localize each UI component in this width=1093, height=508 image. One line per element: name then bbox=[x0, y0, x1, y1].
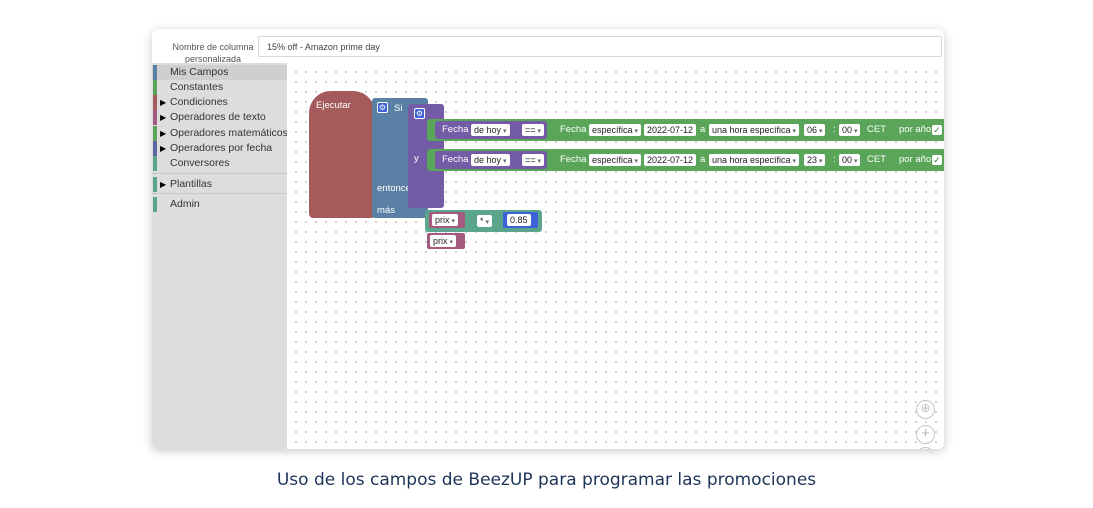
math-multiply-block[interactable]: prix * 0.85 bbox=[425, 210, 542, 232]
field-block[interactable]: prix bbox=[427, 233, 465, 249]
specific-dropdown[interactable]: específica bbox=[589, 154, 641, 166]
operator-dropdown[interactable]: == bbox=[522, 124, 544, 136]
expand-triangle-icon: ▶ bbox=[160, 144, 167, 153]
category-conversores[interactable]: Conversores bbox=[152, 156, 287, 171]
hour-mode-dropdown[interactable]: una hora específica bbox=[709, 124, 800, 136]
minute-dropdown[interactable]: 00 bbox=[839, 124, 861, 136]
category-operadores-texto[interactable]: ▶ Operadores de texto bbox=[152, 110, 287, 125]
today-dropdown[interactable]: de hoy bbox=[471, 154, 510, 166]
figure-caption: Uso de los campos de BeezUP para program… bbox=[276, 470, 817, 490]
check-icon[interactable]: ✓ bbox=[932, 155, 942, 165]
field-dropdown[interactable]: prix bbox=[430, 235, 456, 247]
today-dropdown[interactable]: de hoy bbox=[471, 124, 510, 136]
toolbox-sidebar: Mis Campos Constantes ▶ Condiciones ▶ Op… bbox=[152, 63, 288, 449]
column-name-input[interactable] bbox=[258, 36, 942, 57]
gear-icon[interactable]: ⚙ bbox=[414, 108, 425, 119]
number-block[interactable]: 0.85 bbox=[503, 212, 538, 228]
category-condiciones[interactable]: ▶ Condiciones bbox=[152, 95, 287, 110]
category-constantes[interactable]: Constantes bbox=[152, 80, 287, 95]
category-operadores-matematicos[interactable]: ▶ Operadores matemáticos bbox=[152, 126, 288, 141]
category-operadores-fecha[interactable]: ▶ Operadores por fecha bbox=[152, 141, 287, 156]
category-admin[interactable]: Admin bbox=[152, 197, 287, 212]
number-input[interactable]: 0.85 bbox=[507, 214, 531, 226]
category-mis-campos[interactable]: Mis Campos bbox=[152, 65, 287, 80]
expand-triangle-icon: ▶ bbox=[160, 98, 167, 107]
expand-triangle-icon: ▶ bbox=[160, 129, 167, 138]
sidebar-separator bbox=[152, 193, 287, 194]
expand-triangle-icon: ▶ bbox=[160, 180, 167, 189]
blockly-workspace[interactable]: Ejecutar ⚙ Si entonces más ⚙ y Fecha de … bbox=[287, 63, 944, 449]
app-window: Nombre de columna personalizada Mis Camp… bbox=[152, 29, 944, 449]
execute-block[interactable]: Ejecutar bbox=[309, 91, 375, 218]
column-name-bar: Nombre de columna personalizada bbox=[152, 29, 944, 64]
math-operator-dropdown[interactable]: * bbox=[477, 215, 492, 227]
date-input[interactable]: 2022-07-12 bbox=[644, 124, 697, 136]
minus-icon[interactable]: − bbox=[916, 447, 935, 449]
field-dropdown[interactable]: prix bbox=[432, 214, 458, 226]
check-icon[interactable]: ✓ bbox=[932, 125, 942, 135]
hour-dropdown[interactable]: 23 bbox=[804, 154, 826, 166]
date-condition-block[interactable]: Fecha de hoy == Fecha específica 2022-07… bbox=[427, 149, 944, 171]
date-input[interactable]: 2022-07-12 bbox=[644, 154, 697, 166]
specific-dropdown[interactable]: específica bbox=[589, 124, 641, 136]
expand-triangle-icon: ▶ bbox=[160, 113, 167, 122]
hour-dropdown[interactable]: 06 bbox=[804, 124, 826, 136]
column-name-label: Nombre de columna personalizada bbox=[172, 42, 254, 64]
minute-dropdown[interactable]: 00 bbox=[839, 154, 861, 166]
gear-icon[interactable]: ⚙ bbox=[377, 102, 388, 113]
hour-mode-dropdown[interactable]: una hora específica bbox=[709, 154, 800, 166]
plus-icon[interactable]: + bbox=[916, 425, 935, 444]
field-block[interactable]: prix bbox=[429, 212, 465, 228]
date-condition-block[interactable]: Fecha de hoy == Fecha específica 2022-07… bbox=[427, 119, 944, 141]
target-icon[interactable]: ⊕ bbox=[916, 400, 935, 419]
sidebar-separator bbox=[152, 173, 287, 174]
operator-dropdown[interactable]: == bbox=[522, 154, 544, 166]
category-plantillas[interactable]: ▶ Plantillas bbox=[152, 177, 287, 192]
